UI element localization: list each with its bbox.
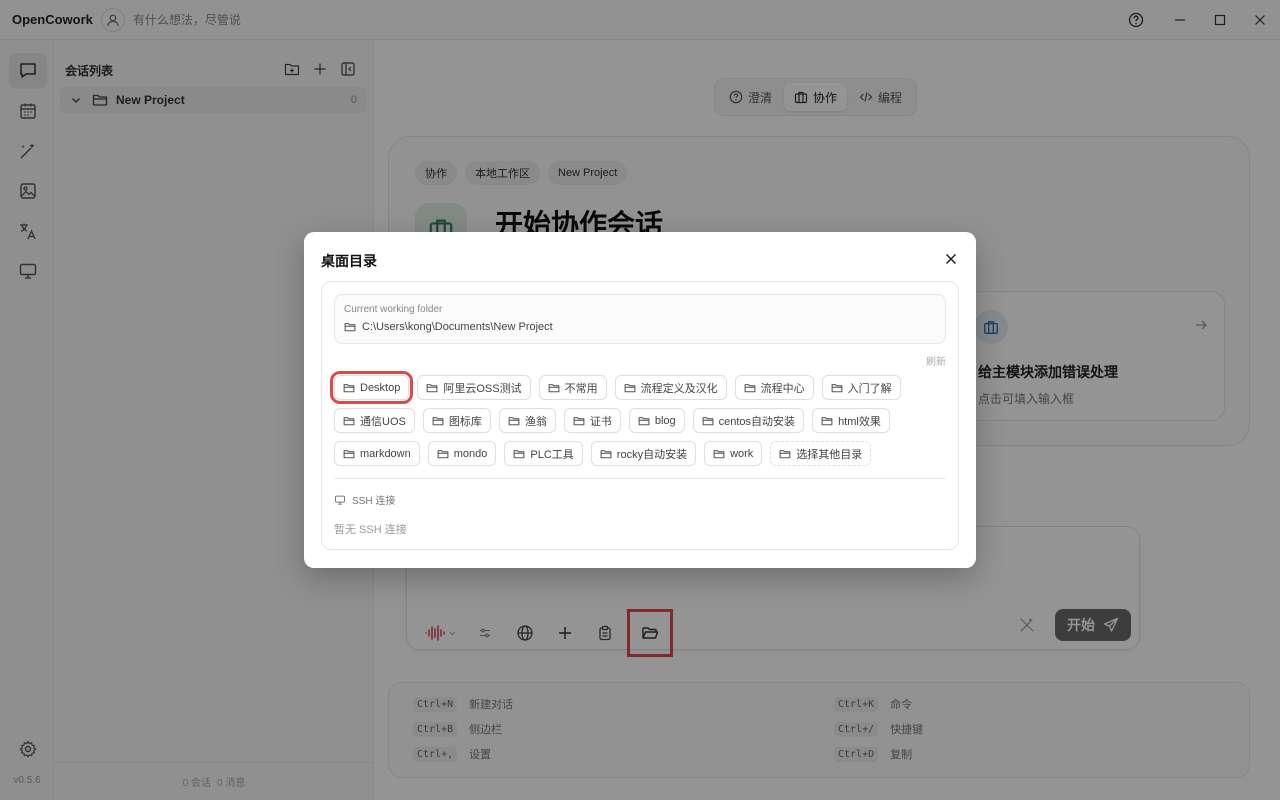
folder-chip[interactable]: 入门了解 [821, 375, 901, 400]
folder-list: Desktop 阿里云OSS测试 不常用 流程定义及汉化 流程中心 入门了解通信UOS 图标… [329, 371, 950, 466]
folder-icon [702, 415, 714, 427]
folder-icon [831, 382, 843, 394]
folder-chip-label: 不常用 [564, 382, 598, 395]
folder-chip-label: PLC工具 [530, 448, 574, 461]
folder-chip-label: 流程定义及汉化 [640, 382, 718, 395]
folder-icon [573, 415, 585, 427]
desktop-directory-dialog: 桌面目录 Current working folder C:\Users\kon… [304, 232, 976, 568]
folder-icon [437, 448, 449, 460]
folder-icon [624, 382, 636, 394]
folder-chip-label: 渔翁 [524, 415, 547, 428]
folder-chip-label: 通信UOS [360, 415, 406, 428]
folder-chip-label: html效果 [838, 415, 881, 428]
folder-chip[interactable]: 不常用 [538, 375, 607, 400]
folder-chip-label: work [730, 447, 754, 460]
choose-other-folder-button[interactable]: 选择其他目录 [770, 441, 872, 466]
folder-chip[interactable]: markdown [334, 441, 420, 466]
folder-chip-label: blog [654, 414, 676, 427]
folder-chip-label: 证书 [589, 415, 612, 428]
folder-icon [343, 382, 355, 394]
current-folder-label: Current working folder [344, 304, 443, 315]
current-folder-path: C:\Users\kong\Documents\New Project [362, 321, 553, 333]
folder-icon [548, 382, 560, 394]
divider [334, 478, 946, 479]
folder-icon [600, 448, 612, 460]
folder-chip-label: rocky自动安装 [616, 448, 688, 461]
folder-icon [513, 448, 525, 460]
folder-chip[interactable]: Desktop [329, 371, 414, 404]
folder-chip[interactable]: 阿里云OSS测试 [417, 375, 531, 400]
folder-chip-label: centos自动安装 [718, 415, 796, 428]
folder-chip[interactable]: 流程中心 [734, 375, 814, 400]
folder-icon [779, 448, 791, 460]
current-folder-box: Current working folder C:\Users\kong\Doc… [334, 294, 946, 344]
choose-other-label: 选择其他目录 [796, 448, 863, 461]
folder-icon [508, 415, 520, 427]
folder-icon [426, 382, 438, 394]
folder-chip-label: 入门了解 [847, 382, 892, 395]
folder-chip[interactable]: html效果 [812, 408, 890, 433]
folder-icon [821, 415, 833, 427]
folder-chip-label: 流程中心 [760, 382, 805, 395]
folder-chip[interactable]: centos自动安装 [692, 408, 805, 433]
folder-chip[interactable]: 证书 [563, 408, 621, 433]
folder-chip-label: 阿里云OSS测试 [443, 382, 522, 395]
folder-icon [638, 415, 650, 427]
folder-chip[interactable]: 图标库 [422, 408, 491, 433]
folder-icon [713, 448, 725, 460]
folder-icon [343, 415, 355, 427]
folder-chip[interactable]: 流程定义及汉化 [614, 375, 727, 400]
folder-icon [432, 415, 444, 427]
folder-chip[interactable]: work [704, 441, 763, 466]
dialog-title: 桌面目录 [321, 253, 377, 269]
folder-chip[interactable]: mondo [427, 441, 497, 466]
folder-chip[interactable]: 渔翁 [498, 408, 556, 433]
folder-icon [344, 321, 356, 333]
ssh-empty-text: 暂无 SSH 连接 [334, 524, 407, 536]
refresh-link[interactable]: 刷新 [926, 353, 946, 368]
folder-icon [343, 448, 355, 460]
folder-chip[interactable]: 通信UOS [334, 408, 415, 433]
folder-icon [744, 382, 756, 394]
folder-chip-label: mondo [453, 447, 488, 460]
folder-chip[interactable]: rocky自动安装 [590, 441, 697, 466]
monitor-icon [334, 494, 346, 506]
folder-chip-label: markdown [360, 447, 411, 460]
ssh-title: SSH 连接 [352, 496, 396, 507]
folder-chip-label: 图标库 [448, 415, 482, 428]
dialog-body: Current working folder C:\Users\kong\Doc… [321, 281, 959, 550]
folder-chip[interactable]: blog [628, 408, 685, 433]
folder-chip[interactable]: PLC工具 [504, 441, 583, 466]
close-icon[interactable] [940, 248, 962, 270]
folder-chip-label: Desktop [360, 381, 401, 394]
